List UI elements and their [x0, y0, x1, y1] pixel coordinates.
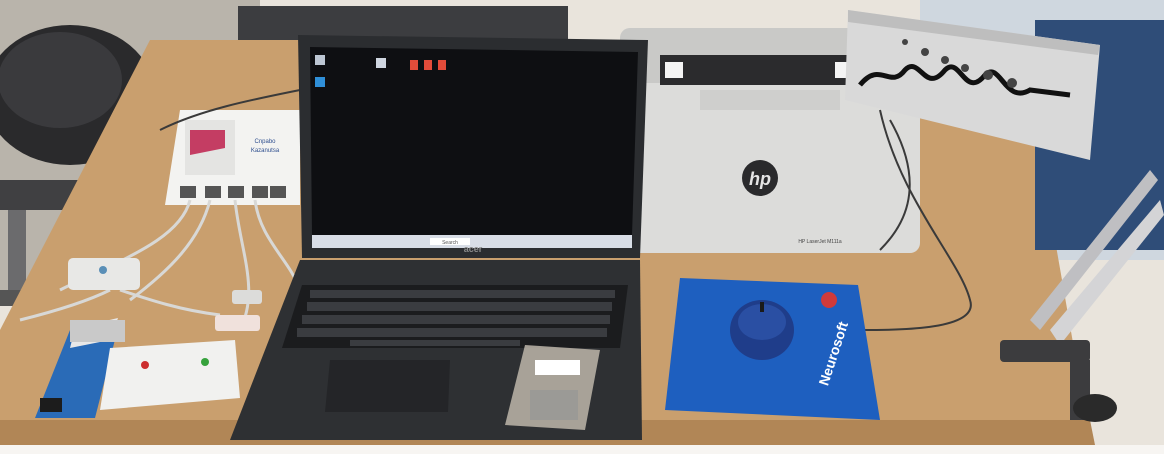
- scene-svg: hp HP LaserJet M111a Cnpabo Kazanutsa Se…: [0, 0, 1164, 454]
- edge-icon[interactable]: [315, 77, 325, 87]
- photo-scene: hp HP LaserJet M111a Cnpabo Kazanutsa Se…: [0, 0, 1164, 454]
- taskbar-search-text: Search: [442, 240, 458, 246]
- pdf-file-icon[interactable]: [424, 60, 432, 70]
- recycle-bin-icon[interactable]: [315, 55, 325, 65]
- pdf-file-icon[interactable]: [410, 60, 418, 70]
- touchpad: [325, 360, 450, 412]
- laptop-brand: acer: [464, 244, 483, 254]
- printer-model: HP LaserJet M111a: [798, 239, 842, 245]
- usb-hub: Cnpabo Kazanutsa: [165, 110, 300, 205]
- hub-label-2: Kazanutsa: [251, 148, 280, 154]
- app-icon[interactable]: [376, 58, 386, 68]
- pdf-file-icon[interactable]: [438, 60, 446, 70]
- adapter-small: [68, 258, 140, 290]
- dongle-2: [232, 290, 262, 304]
- dongle: [215, 315, 260, 331]
- hub-label-1: Cnpabo: [254, 139, 276, 145]
- white-box-device: [100, 340, 240, 410]
- computer-mouse[interactable]: [730, 300, 794, 360]
- adapter-led: [99, 266, 107, 274]
- floor-strip: [0, 445, 1164, 454]
- printer-logo: hp: [749, 169, 771, 189]
- laptop-screen: [310, 47, 638, 235]
